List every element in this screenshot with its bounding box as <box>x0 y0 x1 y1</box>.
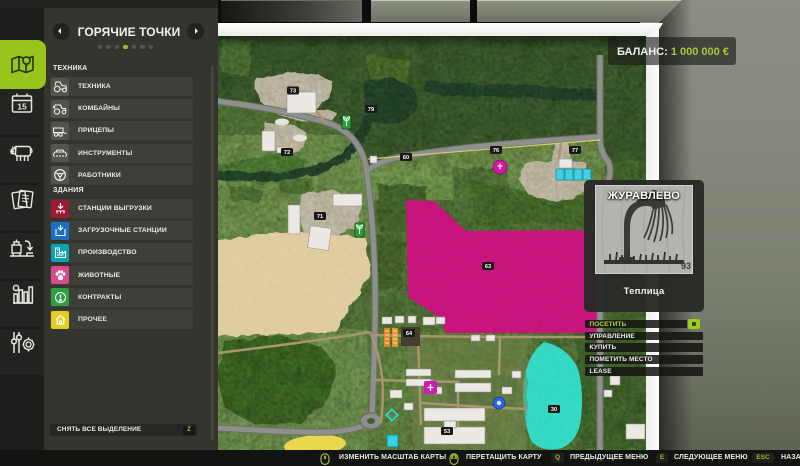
svg-text:64: 64 <box>406 331 413 337</box>
svg-text:79: 79 <box>368 107 374 113</box>
svg-text:15: 15 <box>17 102 27 112</box>
svg-text:71: 71 <box>317 214 323 220</box>
svg-text:63: 63 <box>485 264 491 270</box>
svg-text:53: 53 <box>444 429 450 435</box>
svg-text:30: 30 <box>551 407 557 413</box>
svg-text:76: 76 <box>493 148 499 154</box>
svg-text:72: 72 <box>284 150 290 156</box>
svg-text:73: 73 <box>290 89 296 95</box>
svg-text:77: 77 <box>572 148 578 154</box>
svg-text:60: 60 <box>403 155 409 161</box>
